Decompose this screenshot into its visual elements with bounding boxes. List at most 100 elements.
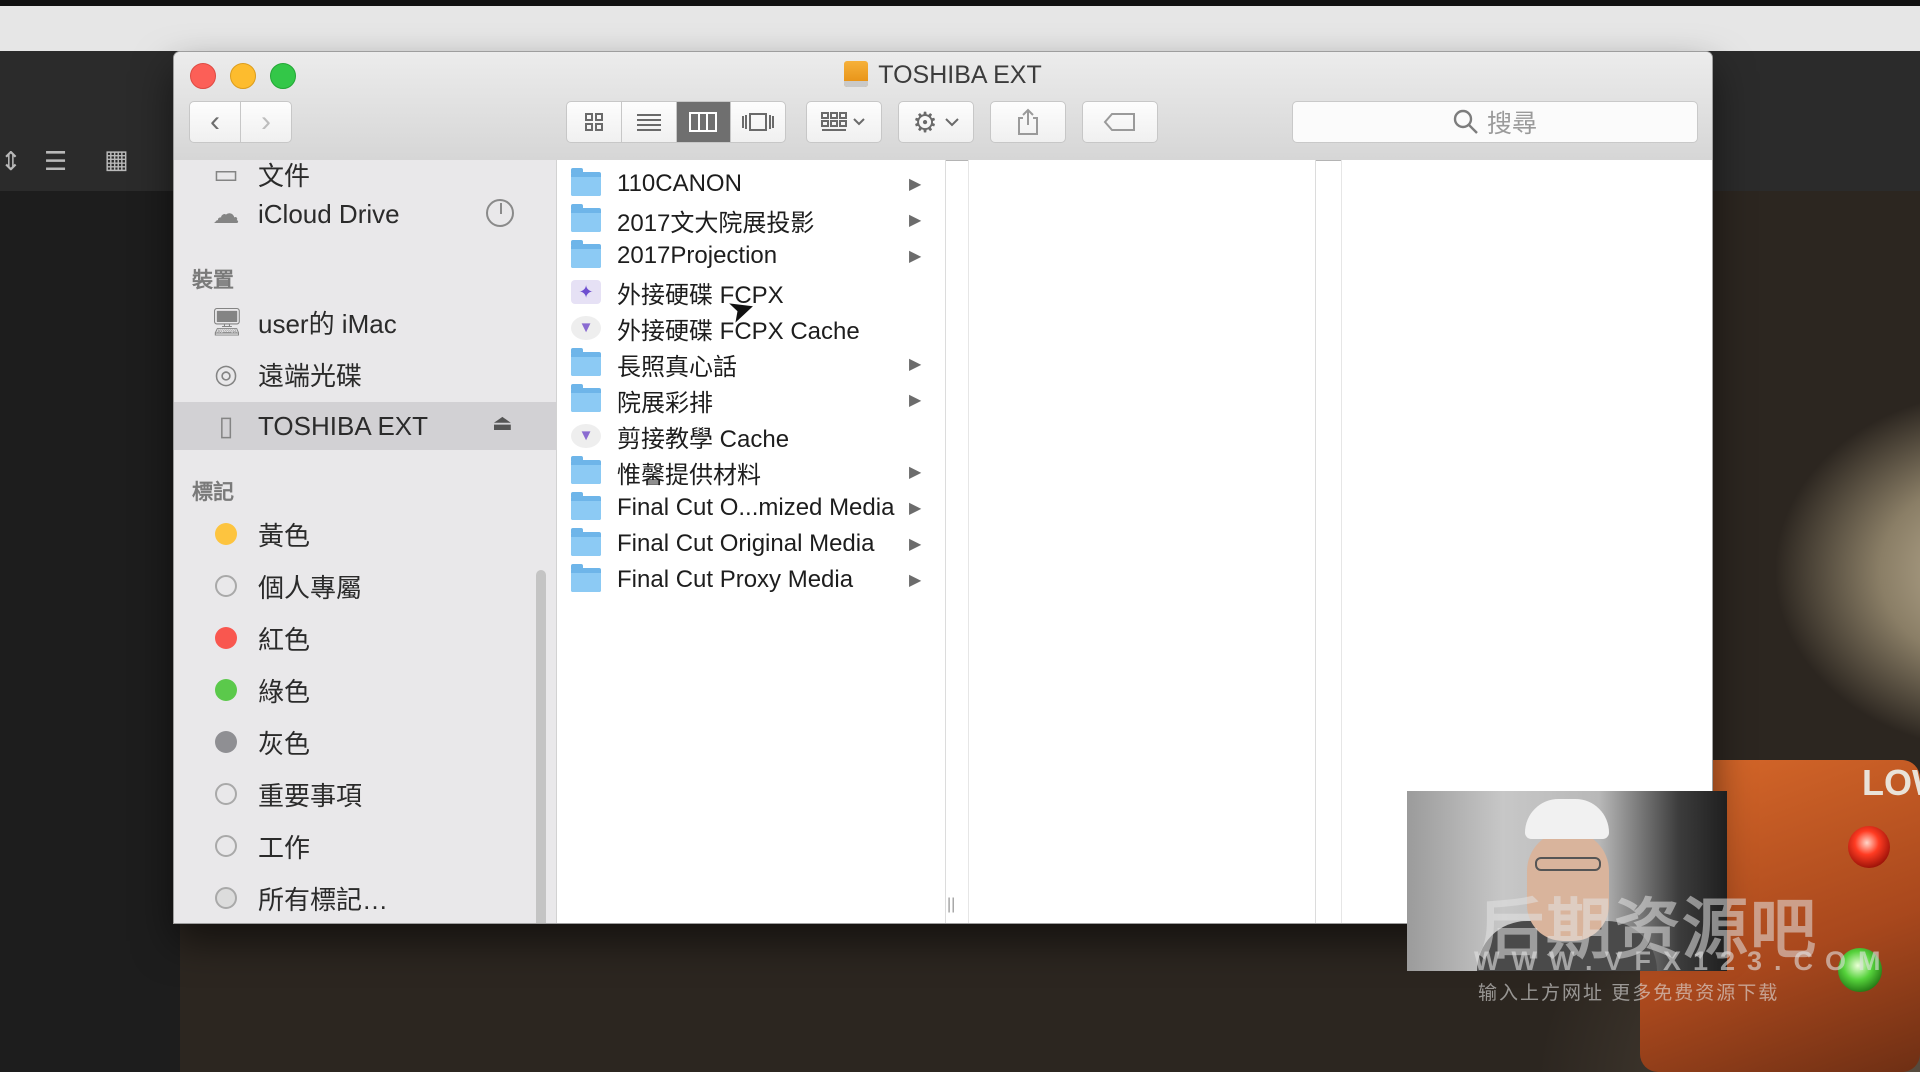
external-drive-icon [844, 61, 869, 87]
disclosure-arrow-icon: ▶ [909, 500, 922, 517]
eject-icon[interactable]: ⏏ [492, 410, 513, 436]
presenter-cap [1525, 799, 1609, 839]
presenter-glasses [1535, 857, 1601, 871]
sidebar-tag-all-tags[interactable]: 所有標記… [174, 874, 556, 922]
folder-icon [571, 528, 601, 556]
device-low-label: LOW [1862, 762, 1920, 803]
folder-icon [571, 456, 601, 484]
disclosure-arrow-icon: ▶ [909, 248, 922, 265]
watermark-url: WWW.VFX123.COM [1474, 946, 1893, 976]
share-icon [1018, 108, 1038, 135]
up-down-chevron-icon[interactable]: ⇕ [0, 146, 22, 177]
disclosure-arrow-icon: ▶ [909, 356, 922, 373]
sidebar-tag-personal[interactable]: 個人專屬 [174, 562, 556, 610]
file-row[interactable]: 長照真心話 ▶ [557, 346, 945, 382]
background-left-panel [0, 191, 180, 1072]
empty-tag-dot [215, 835, 237, 857]
share-button[interactable] [990, 101, 1066, 143]
folder-icon [571, 168, 601, 196]
finder-titlebar: TOSHIBA EXT ‹ › ⚙ 搜尋 [174, 52, 1712, 161]
window-title: TOSHIBA EXT [174, 58, 1712, 92]
green-tag-dot [215, 679, 237, 701]
folder-icon [571, 492, 601, 520]
columns-icon [689, 112, 718, 132]
sidebar-item-imac[interactable]: 🖥 user的 iMac [174, 298, 556, 346]
arrange-grid-icon [821, 112, 865, 131]
arrange-menu-button[interactable] [806, 101, 882, 143]
file-row[interactable]: 2017Projection ▶ [557, 238, 945, 274]
list-icon [636, 114, 661, 131]
red-tag-dot [215, 627, 237, 649]
file-column-1: 110CANON ▶ 2017文大院展投影 ▶ 2017Projection ▶… [557, 160, 946, 923]
cover-flow-icon [742, 113, 775, 131]
folder-icon [571, 348, 601, 376]
fcpx-cache-icon: ▼ [571, 316, 601, 340]
sidebar-tag-work[interactable]: 工作 [174, 822, 556, 870]
disc-icon: ◎ [214, 358, 238, 389]
tag-button[interactable] [1082, 101, 1158, 143]
sidebar-tag-red[interactable]: 紅色 [174, 614, 556, 662]
watermark-subtitle: 输入上方网址 更多免费资源下载 [1478, 983, 1780, 1004]
icon-view-button[interactable] [567, 102, 622, 142]
all-tags-dot [215, 887, 237, 909]
action-gear-button[interactable]: ⚙ [898, 101, 974, 143]
red-indicator-light [1848, 826, 1890, 868]
file-row[interactable]: 惟馨提供材料 ▶ [557, 454, 945, 490]
disclosure-arrow-icon: ▶ [909, 212, 922, 229]
empty-tag-dot [215, 575, 237, 597]
sidebar-heading-devices: 裝置 [192, 269, 234, 292]
file-row[interactable]: Final Cut Proxy Media ▶ [557, 562, 945, 598]
disclosure-arrow-icon: ▶ [909, 572, 922, 589]
chevron-down-icon [944, 118, 959, 127]
tag-icon [1103, 113, 1135, 131]
search-placeholder: 搜尋 [1486, 110, 1537, 138]
window-title-text: TOSHIBA EXT [878, 61, 1042, 89]
chevron-right-icon[interactable]: › [241, 107, 291, 137]
file-row[interactable]: 院展彩排 ▶ [557, 382, 945, 418]
document-icon: ▭ [213, 160, 239, 189]
cloud-icon: ☁ [212, 198, 240, 229]
sidebar-tag-green[interactable]: 綠色 [174, 666, 556, 714]
icon-grid-icon [584, 113, 603, 131]
gear-icon: ⚙ [912, 106, 938, 138]
chevron-left-icon[interactable]: ‹ [190, 107, 240, 137]
sidebar-tag-gray[interactable]: 灰色 [174, 718, 556, 766]
sidebar-tag-important[interactable]: 重要事項 [174, 770, 556, 818]
cover-flow-view-button[interactable] [731, 102, 785, 142]
file-row[interactable]: 2017文大院展投影 ▶ [557, 202, 945, 238]
sidebar-item-toshiba-ext[interactable]: ▯ TOSHIBA EXT ⏏ [174, 402, 556, 450]
background-toolbar-icons: ⇕ ☰ ▦ [0, 144, 175, 177]
disclosure-arrow-icon: ▶ [909, 392, 922, 409]
background-app-bar [0, 6, 1920, 51]
file-row[interactable]: Final Cut Original Media ▶ [557, 526, 945, 562]
file-row[interactable]: 110CANON ▶ [557, 166, 945, 202]
file-column-2 [968, 160, 1316, 923]
search-icon [1453, 109, 1478, 134]
yellow-tag-dot [215, 523, 237, 545]
sidebar-item-remote-disc[interactable]: ◎ 遠端光碟 [174, 350, 556, 398]
filmstrip-icon[interactable]: ▦ [104, 144, 129, 175]
sidebar-heading-tags: 標記 [192, 481, 234, 504]
list-view-icon[interactable]: ☰ [44, 146, 67, 177]
file-row[interactable]: ▼ 剪接教學 Cache [557, 418, 945, 454]
list-view-button[interactable] [622, 102, 677, 142]
disclosure-arrow-icon: ▶ [909, 536, 922, 553]
fcpx-cache-icon: ▼ [571, 424, 601, 448]
sidebar-scrollbar[interactable] [536, 570, 546, 923]
folder-icon [571, 384, 601, 412]
view-mode-segmented-control [566, 101, 786, 143]
search-field[interactable]: 搜尋 [1292, 101, 1698, 143]
column-view-button[interactable] [676, 102, 732, 142]
sidebar-item-icloud-drive[interactable]: ☁ iCloud Drive [174, 190, 556, 238]
sidebar-tag-yellow[interactable]: 黃色 [174, 510, 556, 558]
folder-icon [571, 204, 601, 232]
folder-icon [571, 564, 601, 592]
finder-sidebar: ▭ 文件 ☁ iCloud Drive 裝置 🖥 user的 iMac ◎ 遠端… [174, 160, 557, 923]
disclosure-arrow-icon: ▶ [909, 176, 922, 193]
folder-icon [571, 240, 601, 268]
gray-tag-dot [215, 731, 237, 753]
external-drive-icon: ▯ [218, 410, 234, 441]
file-row[interactable]: Final Cut O...mized Media ▶ [557, 490, 945, 526]
icloud-progress-icon [486, 199, 514, 227]
column-resize-handle[interactable]: || [947, 896, 955, 914]
